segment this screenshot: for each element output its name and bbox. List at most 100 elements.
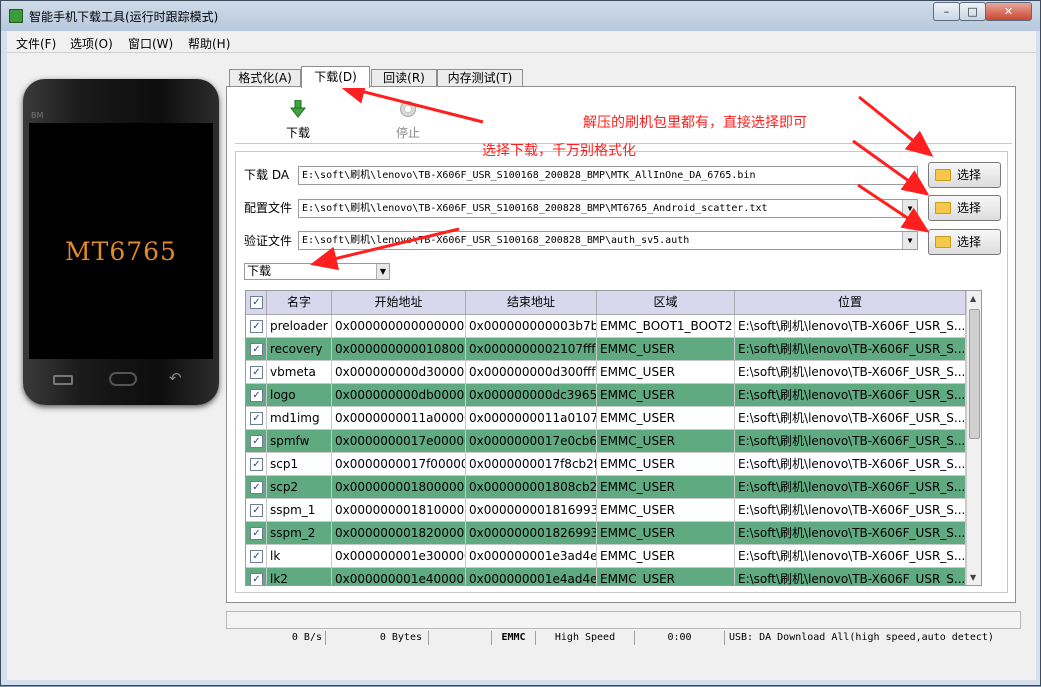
table-row[interactable]: ✓ scp2 0x0000000018000000 0x000000001808cb2… [246, 476, 966, 499]
row-checkbox-cell: ✓ [246, 545, 267, 568]
chevron-down-icon[interactable]: ▼ [902, 232, 917, 249]
cell-location: E:\soft\刷机\lenovo\TB-X606F_USR_S... [735, 430, 966, 453]
table-row[interactable]: ✓ lk 0x000000001e300000 0x000000001e3ad4ef E… [246, 545, 966, 568]
cell-end-address: 0x000000000dc3965f [466, 384, 597, 407]
app-icon [9, 9, 23, 23]
cell-location: E:\soft\刷机\lenovo\TB-X606F_USR_S... [735, 476, 966, 499]
choose-da-button[interactable]: 选择 [928, 162, 1001, 188]
cell-region: EMMC_USER [597, 384, 735, 407]
choose-auth-button[interactable]: 选择 [928, 229, 1001, 255]
table-row[interactable]: ✓ logo 0x000000000db00000 0x000000000dc3965… [246, 384, 966, 407]
cell-region: EMMC_USER [597, 361, 735, 384]
status-bytes: 0 Bytes [326, 631, 429, 645]
select-all-checkbox[interactable]: ✓ [250, 296, 263, 309]
cell-name: sspm_1 [267, 499, 332, 522]
status-bar: 0 B/s 0 Bytes EMMC High Speed 0:00 USB: … [226, 631, 1021, 645]
config-path-select[interactable]: E:\soft\刷机\lenovo\TB-X606F_USR_S100168_2… [298, 199, 918, 218]
cell-region: EMMC_USER [597, 522, 735, 545]
cell-end-address: 0x000000000d300fff [466, 361, 597, 384]
cell-name: scp2 [267, 476, 332, 499]
phone-image: BM MT6765 ↶ [23, 79, 219, 405]
row-checkbox-cell: ✓ [246, 315, 267, 338]
menu-help[interactable]: 帮助(H) [188, 35, 230, 52]
row-checkbox[interactable]: ✓ [250, 343, 263, 356]
cell-end-address: 0x000000001808cb2f [466, 476, 597, 499]
header-region[interactable]: 区域 [597, 291, 735, 315]
phone-menu-key-icon [53, 375, 73, 385]
cell-region: EMMC_BOOT1_BOOT2 [597, 315, 735, 338]
tab-format[interactable]: 格式化(A) [229, 69, 301, 87]
table-row[interactable]: ✓ recovery 0x0000000000108000 0x00000000021… [246, 338, 966, 361]
row-checkbox[interactable]: ✓ [250, 412, 263, 425]
scroll-up-icon[interactable]: ▲ [970, 294, 976, 303]
row-checkbox[interactable]: ✓ [250, 435, 263, 448]
status-speed: 0 B/s [226, 631, 326, 645]
table-row[interactable]: ✓ md1img 0x0000000011a00000 0x0000000011a01… [246, 407, 966, 430]
row-checkbox-cell: ✓ [246, 453, 267, 476]
row-checkbox[interactable]: ✓ [250, 527, 263, 540]
cell-location: E:\soft\刷机\lenovo\TB-X606F_USR_S... [735, 545, 966, 568]
maximize-button[interactable]: □ [959, 2, 986, 21]
cell-name: spmfw [267, 430, 332, 453]
menu-file[interactable]: 文件(F) [16, 35, 56, 52]
scrollbar-thumb[interactable] [969, 309, 980, 439]
main-window: 智能手机下载工具(运行时跟踪模式) – □ ✕ 文件(F) 选项(O) 窗口(W… [0, 0, 1041, 686]
download-tab-panel: 下载 停止 下载 DA E:\soft\刷机\lenovo\TB-X606F_U… [226, 86, 1016, 603]
header-name[interactable]: 名字 [267, 291, 332, 315]
header-location[interactable]: 位置 [735, 291, 966, 315]
table-row[interactable]: ✓ spmfw 0x0000000017e00000 0x0000000017e0cb… [246, 430, 966, 453]
choose-config-button[interactable]: 选择 [928, 195, 1001, 221]
row-checkbox[interactable]: ✓ [250, 320, 263, 333]
row-checkbox[interactable]: ✓ [250, 389, 263, 402]
cell-start-address: 0x0000000018200000 [332, 522, 466, 545]
tab-download[interactable]: 下载(D) [301, 66, 370, 88]
cell-start-address: 0x0000000018100000 [332, 499, 466, 522]
da-path-input[interactable]: E:\soft\刷机\lenovo\TB-X606F_USR_S100168_2… [298, 166, 918, 185]
table-row[interactable]: ✓ sspm_2 0x0000000018200000 0x0000000018269… [246, 522, 966, 545]
row-checkbox[interactable]: ✓ [250, 550, 263, 563]
cell-start-address: 0x0000000018000000 [332, 476, 466, 499]
table-row[interactable]: ✓ sspm_1 0x0000000018100000 0x0000000018169… [246, 499, 966, 522]
cell-end-address: 0x0000000011a0107f [466, 407, 597, 430]
close-button[interactable]: ✕ [985, 2, 1032, 21]
row-checkbox[interactable]: ✓ [250, 504, 263, 517]
cell-region: EMMC_USER [597, 499, 735, 522]
menu-options[interactable]: 选项(O) [70, 35, 113, 52]
cell-location: E:\soft\刷机\lenovo\TB-X606F_USR_S... [735, 499, 966, 522]
status-usb: USB: DA Download All(high speed,auto det… [729, 632, 994, 643]
status-storage: EMMC [492, 631, 536, 645]
cell-region: EMMC_USER [597, 545, 735, 568]
header-start-address[interactable]: 开始地址 [332, 291, 466, 315]
minimize-button[interactable]: – [933, 2, 960, 21]
cell-end-address: 0x000000001e4ad4ef [466, 568, 597, 585]
phone-brand: BM [31, 111, 44, 120]
cell-region: EMMC_USER [597, 430, 735, 453]
cell-location: E:\soft\刷机\lenovo\TB-X606F_USR_S... [735, 453, 966, 476]
cell-region: EMMC_USER [597, 338, 735, 361]
row-checkbox[interactable]: ✓ [250, 573, 263, 585]
row-checkbox-cell: ✓ [246, 568, 267, 585]
row-checkbox[interactable]: ✓ [250, 458, 263, 471]
auth-path-value: E:\soft\刷机\lenovo\TB-X606F_USR_S100168_2… [302, 235, 690, 246]
auth-path-select[interactable]: E:\soft\刷机\lenovo\TB-X606F_USR_S100168_2… [298, 231, 918, 250]
header-end-address[interactable]: 结束地址 [466, 291, 597, 315]
table-row[interactable]: ✓ vbmeta 0x000000000d300000 0x000000000d300… [246, 361, 966, 384]
chevron-down-icon[interactable]: ▼ [376, 264, 389, 279]
row-checkbox[interactable]: ✓ [250, 366, 263, 379]
row-checkbox[interactable]: ✓ [250, 481, 263, 494]
scroll-down-icon[interactable]: ▼ [970, 573, 976, 582]
table-row[interactable]: ✓ lk2 0x000000001e400000 0x000000001e4ad4ef… [246, 568, 966, 585]
table-row[interactable]: ✓ scp1 0x0000000017f00000 0x0000000017f8cb2… [246, 453, 966, 476]
row-checkbox-cell: ✓ [246, 361, 267, 384]
tab-readback[interactable]: 回读(R) [371, 69, 437, 87]
chevron-down-icon[interactable]: ▼ [902, 200, 917, 217]
cell-name: sspm_2 [267, 522, 332, 545]
tab-memory-test[interactable]: 内存测试(T) [437, 69, 523, 87]
table-row[interactable]: ✓ preloader 0x0000000000000000 0x0000000000… [246, 315, 966, 338]
cell-name: md1img [267, 407, 332, 430]
cell-name: logo [267, 384, 332, 407]
vertical-scrollbar[interactable]: ▲ ▼ [966, 291, 981, 585]
mode-select[interactable]: 下载 ▼ [244, 263, 390, 280]
menu-window[interactable]: 窗口(W) [128, 35, 173, 52]
cell-region: EMMC_USER [597, 568, 735, 585]
